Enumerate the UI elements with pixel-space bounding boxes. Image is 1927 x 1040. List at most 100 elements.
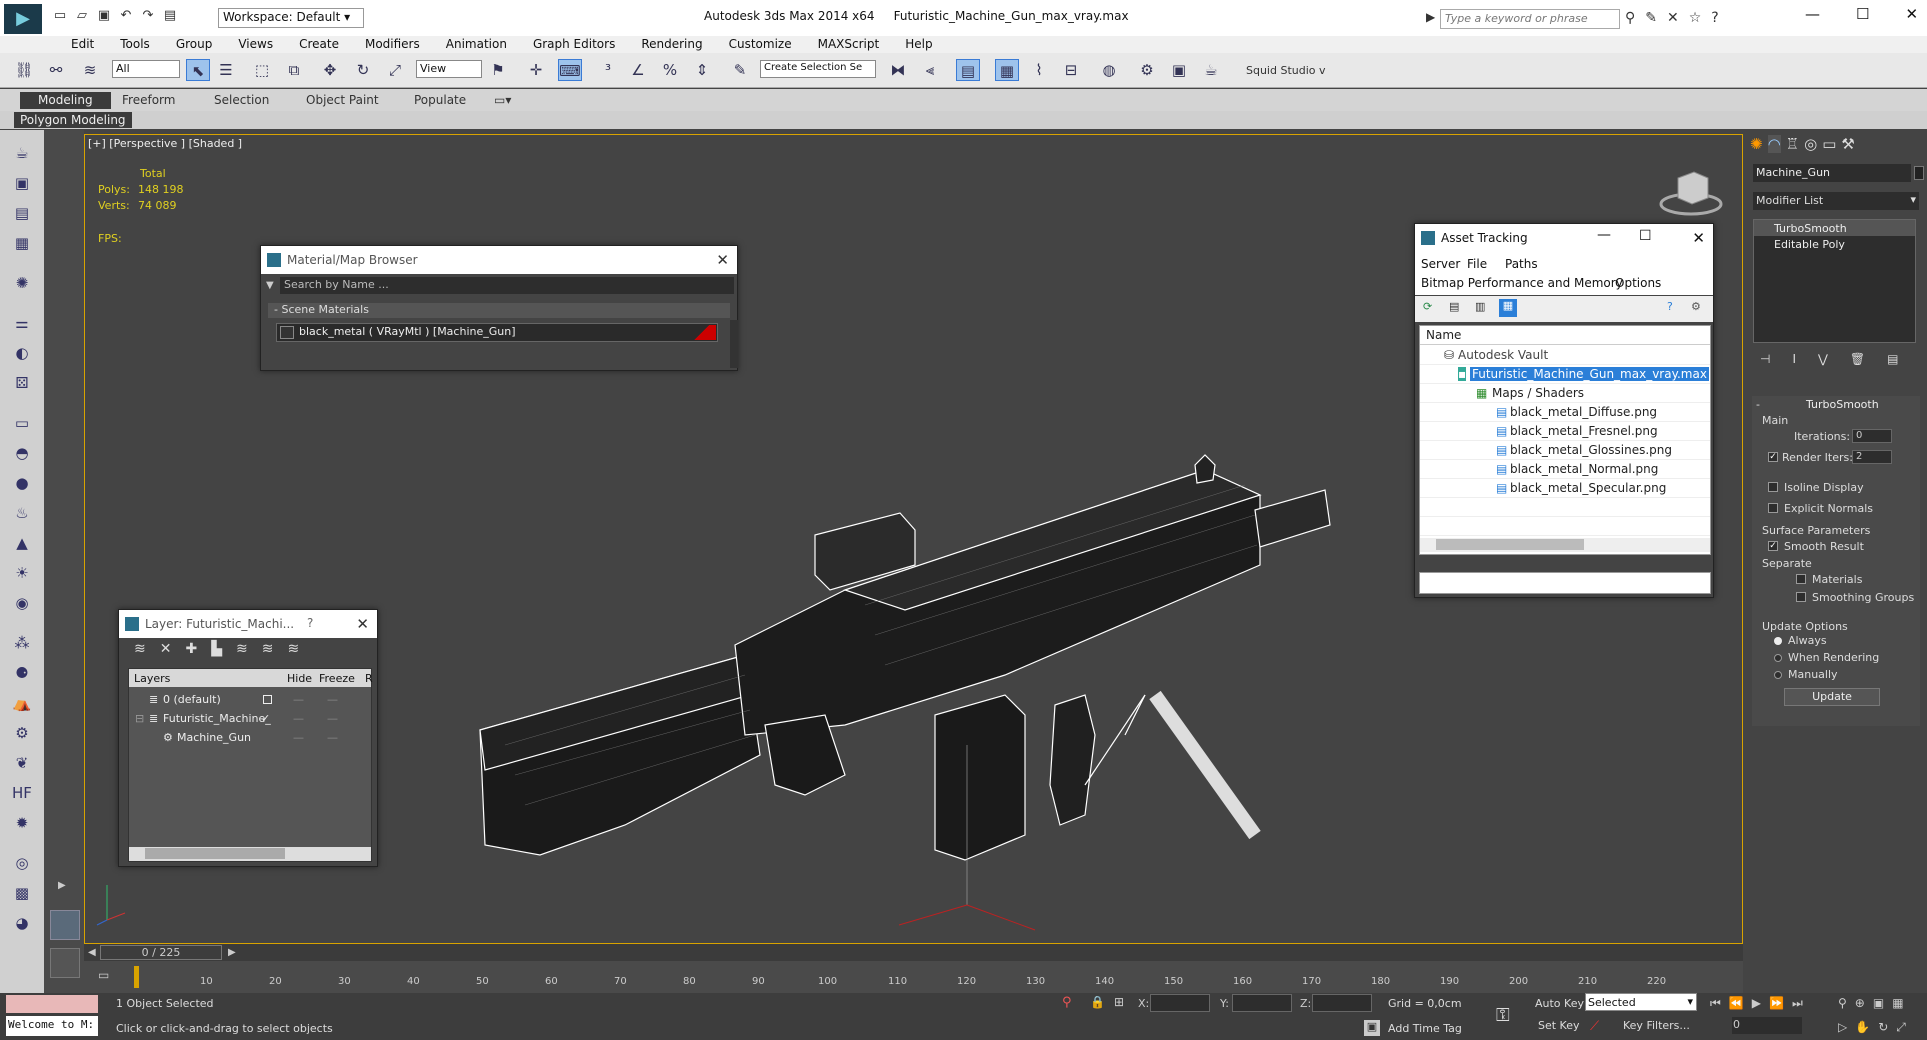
- zoom-extents-all-icon[interactable]: ▦: [1892, 996, 1903, 1010]
- isoline-checkbox[interactable]: [1768, 482, 1778, 492]
- maximize-icon[interactable]: ☐: [1856, 5, 1869, 23]
- scroll-thumb[interactable]: [145, 848, 285, 859]
- bind-space-warp-icon[interactable]: ≋: [78, 59, 102, 81]
- cloth-icon[interactable]: ⛺: [10, 692, 34, 714]
- material-search-input[interactable]: Search by Name ...: [280, 277, 734, 294]
- motion-tab-icon[interactable]: ◎: [1804, 135, 1817, 153]
- hf-icon[interactable]: HF: [10, 782, 34, 804]
- update-button[interactable]: Update: [1784, 688, 1880, 706]
- auto-key-button[interactable]: Auto Key: [1535, 997, 1584, 1010]
- graphite-tools-icon[interactable]: ▦: [995, 59, 1019, 81]
- maxscript-listener-mini[interactable]: [6, 995, 98, 1013]
- default-tangent-icon[interactable]: ⟋: [1590, 1019, 1599, 1034]
- explicit-normals-checkbox[interactable]: [1768, 503, 1778, 513]
- help-icon[interactable]: ?: [1711, 10, 1718, 26]
- viewcube[interactable]: [1658, 166, 1724, 218]
- select-in-layer-icon[interactable]: ≋: [236, 641, 248, 657]
- globe-icon[interactable]: ◎: [10, 852, 34, 874]
- smooth-result-checkbox[interactable]: ✓: [1768, 541, 1778, 551]
- time-slider-track[interactable]: [84, 944, 1743, 961]
- add-time-tag[interactable]: Add Time Tag: [1388, 1022, 1462, 1035]
- asset-column-header[interactable]: Name: [1420, 326, 1710, 345]
- grid-icon[interactable]: ▦: [10, 232, 34, 254]
- orbit-icon[interactable]: ↻: [1878, 1020, 1888, 1035]
- set-key-button[interactable]: Set Key: [1538, 1019, 1580, 1032]
- layer-hscrollbar[interactable]: [129, 847, 371, 861]
- ball-icon[interactable]: ●: [10, 472, 34, 494]
- iterations-spinner[interactable]: 0: [1852, 429, 1892, 443]
- hide-toggle[interactable]: —: [293, 712, 304, 725]
- unlink-icon[interactable]: ⚯: [44, 59, 68, 81]
- layer-row[interactable]: ⊟ ≣ Futuristic_Machine_ ✓ — —: [129, 709, 371, 728]
- app-logo-icon[interactable]: ▶: [4, 4, 42, 34]
- close-icon[interactable]: ✕: [356, 615, 369, 633]
- object-name-field[interactable]: Machine_Gun: [1753, 164, 1911, 182]
- delete-layer-icon[interactable]: ✕: [160, 641, 172, 657]
- asset-path-field[interactable]: [1419, 572, 1711, 594]
- active-layer-checkbox[interactable]: [263, 695, 272, 704]
- expand-icon[interactable]: ▶: [58, 880, 66, 891]
- materials-checkbox[interactable]: [1796, 574, 1806, 584]
- settings-icon[interactable]: ⚙: [1691, 300, 1701, 313]
- object-color-swatch[interactable]: [1914, 166, 1924, 180]
- hierarchy-tab-icon[interactable]: ♖: [1786, 135, 1799, 153]
- redo-icon[interactable]: ↷: [140, 8, 156, 24]
- viewport-layout-b[interactable]: [50, 948, 80, 978]
- project-folder-icon[interactable]: ▤: [162, 8, 178, 24]
- viewport-layout-a[interactable]: [50, 910, 80, 940]
- material-editor-icon[interactable]: ◍: [1097, 59, 1121, 81]
- options-dropdown-icon[interactable]: ▼: [266, 280, 274, 291]
- when-rendering-radio[interactable]: [1774, 654, 1782, 662]
- goto-end-icon[interactable]: ⏭: [1792, 996, 1803, 1011]
- freeze-toggle[interactable]: —: [327, 693, 338, 706]
- expand-search-icon[interactable]: ▶: [1426, 10, 1435, 24]
- highlight-layer-icon[interactable]: ≋: [262, 641, 274, 657]
- squid-studio-label[interactable]: Squid Studio v: [1246, 64, 1326, 77]
- shell-icon[interactable]: ✹: [10, 812, 34, 834]
- tab-selection[interactable]: Selection: [214, 93, 269, 107]
- rollout-title[interactable]: TurboSmooth: [1806, 398, 1879, 411]
- plant-icon[interactable]: ❦: [10, 752, 34, 774]
- prev-frame-icon[interactable]: ◀: [88, 947, 96, 958]
- remove-modifier-icon[interactable]: 🗑: [1850, 352, 1865, 366]
- select-object-icon[interactable]: ⬉: [186, 59, 210, 81]
- link-icon[interactable]: ⛓: [12, 59, 36, 81]
- key-filters-button[interactable]: Key Filters...: [1623, 1019, 1690, 1032]
- layer-row[interactable]: ≣ 0 (default) — —: [129, 690, 371, 709]
- show-end-result-icon[interactable]: Ⅰ: [1792, 352, 1796, 366]
- zoom-extents-icon[interactable]: ▣: [1873, 996, 1884, 1010]
- absolute-mode-icon[interactable]: ⊞: [1114, 995, 1124, 1009]
- menu-tools[interactable]: Tools: [107, 36, 163, 53]
- time-tag-icon[interactable]: ▣: [1364, 1020, 1380, 1036]
- close-icon[interactable]: ✕: [716, 251, 729, 269]
- render-frame-icon[interactable]: ▣: [10, 172, 34, 194]
- named-selection-dropdown[interactable]: Create Selection Se: [760, 60, 876, 78]
- next-frame-icon[interactable]: ▶: [228, 947, 236, 958]
- play-icon[interactable]: ▶: [1752, 996, 1761, 1011]
- rect-selection-icon[interactable]: ⬚: [250, 59, 274, 81]
- collapse-icon[interactable]: ⊟: [135, 712, 144, 725]
- select-manipulate-icon[interactable]: ✛: [524, 59, 548, 81]
- texture-icon[interactable]: ▩: [10, 882, 34, 904]
- menu-create[interactable]: Create: [286, 36, 352, 53]
- window-crossing-icon[interactable]: ⧉: [282, 59, 306, 81]
- tab-populate[interactable]: Populate: [414, 93, 466, 107]
- hide-toggle[interactable]: —: [293, 731, 304, 744]
- polygon-modeling-panel[interactable]: Polygon Modeling: [14, 112, 132, 128]
- layer-manager-icon[interactable]: ▤: [956, 59, 980, 81]
- rendered-frame-icon[interactable]: ▣: [1167, 59, 1191, 81]
- selection-filter-dropdown[interactable]: All: [112, 60, 180, 78]
- curve-editor-mini-icon[interactable]: ▭: [98, 968, 116, 984]
- open-file-icon[interactable]: ▱: [74, 8, 90, 24]
- minimize-icon[interactable]: —: [1805, 5, 1820, 23]
- viewport-label[interactable]: [+] [Perspective ] [Shaded ]: [88, 137, 242, 150]
- cone-icon[interactable]: ▲: [10, 532, 34, 554]
- layer-row[interactable]: ⚙ Machine_Gun — —: [129, 728, 371, 747]
- menu-bitmap-performance[interactable]: Bitmap Performance and Memory: [1421, 276, 1623, 290]
- smoothing-groups-checkbox[interactable]: [1796, 592, 1806, 602]
- time-slider-thumb[interactable]: 0 / 225: [100, 945, 222, 960]
- search-input[interactable]: Type a keyword or phrase: [1440, 9, 1620, 29]
- render-setup-icon[interactable]: ⚙: [1135, 59, 1159, 81]
- asset-hscrollbar[interactable]: [1420, 538, 1710, 552]
- material-browser-titlebar[interactable]: Material/Map Browser ✕: [261, 246, 737, 274]
